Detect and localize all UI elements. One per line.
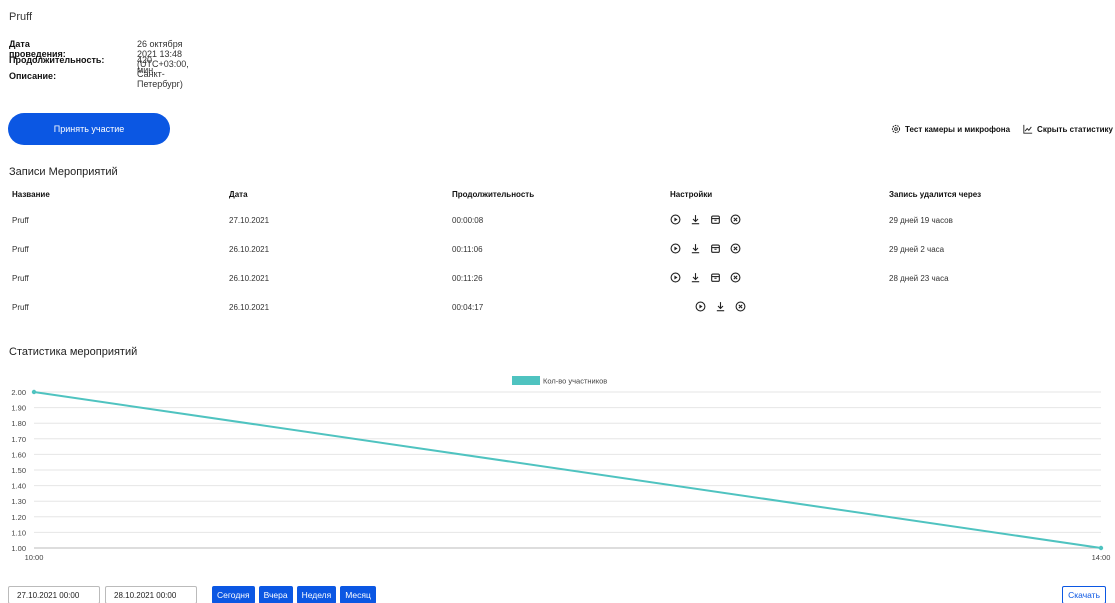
date-from-input[interactable]	[8, 586, 100, 603]
camera-test-label: Тест камеры и микрофона	[905, 124, 1011, 134]
table-row: Pruff 27.10.2021 00:00:08 29 дней 19 часов	[9, 210, 1109, 239]
chart-line-icon	[1023, 124, 1033, 134]
column-header-name: Название	[12, 190, 50, 199]
table-row: Pruff 26.10.2021 00:04:17	[9, 297, 1109, 326]
record-expires: 29 дней 19 часов	[889, 216, 953, 225]
record-name: Pruff	[12, 245, 29, 254]
range-today-button[interactable]: Сегодня	[212, 586, 255, 603]
range-month-button[interactable]: Месяц	[340, 586, 376, 603]
table-row: Pruff 26.10.2021 00:11:26 28 дней 23 часа	[9, 268, 1109, 297]
play-icon[interactable]	[695, 301, 706, 312]
data-point	[1098, 545, 1104, 551]
record-expires: 28 дней 23 часа	[889, 274, 949, 283]
record-duration: 00:00:08	[452, 216, 484, 225]
record-name: Pruff	[12, 303, 29, 312]
legend-swatch	[512, 376, 540, 385]
record-duration: 00:04:17	[452, 303, 484, 312]
record-duration: 00:11:06	[452, 245, 483, 254]
table-header: Название Дата Продолжительность Настройк…	[9, 190, 1109, 210]
y-tick-label: 2.00	[11, 388, 26, 397]
play-icon[interactable]	[670, 243, 681, 254]
record-name: Pruff	[12, 216, 29, 225]
range-yesterday-button[interactable]: Вчера	[258, 586, 293, 603]
download-icon[interactable]	[715, 301, 726, 312]
camera-test-link[interactable]: Тест камеры и микрофона	[891, 124, 1010, 134]
y-tick-label: 1.10	[11, 528, 26, 537]
column-header-date: Дата	[229, 190, 248, 199]
delete-icon[interactable]	[730, 214, 741, 225]
download-button[interactable]: Скачать	[1062, 586, 1106, 603]
record-date: 26.10.2021	[229, 245, 270, 254]
meta-label: Описание:	[9, 71, 57, 81]
records-table: Название Дата Продолжительность Настройк…	[9, 190, 1109, 326]
hide-stats-link[interactable]: Скрыть статистику	[1023, 124, 1113, 134]
record-actions	[695, 301, 746, 312]
archive-icon[interactable]	[710, 272, 721, 283]
y-tick-label: 1.20	[11, 513, 26, 522]
download-icon[interactable]	[690, 272, 701, 283]
gear-icon	[891, 124, 901, 134]
stats-controls: Сегодня Вчера Неделя Месяц	[8, 586, 376, 603]
data-point	[31, 389, 37, 395]
record-name: Pruff	[12, 274, 29, 283]
archive-icon[interactable]	[710, 243, 721, 254]
top-links: Тест камеры и микрофона Скрыть статистик…	[891, 124, 1113, 134]
join-button[interactable]: Принять участие	[8, 113, 170, 145]
column-header-settings: Настройки	[670, 190, 713, 199]
hide-stats-label: Скрыть статистику	[1037, 124, 1113, 134]
download-icon[interactable]	[690, 243, 701, 254]
record-duration: 00:11:26	[452, 274, 483, 283]
record-expires: 29 дней 2 часа	[889, 245, 945, 254]
range-buttons: Сегодня Вчера Неделя Месяц	[212, 586, 376, 603]
y-tick-label: 1.60	[11, 450, 26, 459]
y-tick-label: 1.70	[11, 435, 26, 444]
column-header-expires: Запись удалится через	[889, 190, 982, 199]
x-tick-label: 14:00	[1092, 553, 1111, 562]
meta-value: 420 мин.	[137, 55, 156, 75]
x-tick-label: 10:00	[25, 553, 44, 562]
y-tick-label: 1.40	[11, 482, 26, 491]
record-date: 27.10.2021	[229, 216, 270, 225]
y-tick-label: 1.80	[11, 419, 26, 428]
delete-icon[interactable]	[735, 301, 746, 312]
table-row: Pruff 26.10.2021 00:11:06 29 дней 2 часа	[9, 239, 1109, 268]
record-actions	[670, 243, 741, 254]
delete-icon[interactable]	[730, 272, 741, 283]
meta-label: Продолжительность:	[9, 55, 105, 65]
legend-label: Кол-во участников	[543, 377, 607, 386]
play-icon[interactable]	[670, 214, 681, 225]
record-actions	[670, 272, 741, 283]
record-date: 26.10.2021	[229, 303, 270, 312]
y-tick-label: 1.00	[11, 544, 26, 553]
stats-title: Статистика мероприятий	[9, 346, 138, 358]
range-week-button[interactable]: Неделя	[296, 586, 337, 603]
record-date: 26.10.2021	[229, 274, 270, 283]
y-tick-label: 1.30	[11, 497, 26, 506]
records-title: Записи Мероприятий	[9, 166, 118, 178]
y-tick-label: 1.90	[11, 404, 26, 413]
play-icon[interactable]	[670, 272, 681, 283]
delete-icon[interactable]	[730, 243, 741, 254]
column-header-duration: Продолжительность	[452, 190, 535, 199]
y-tick-label: 1.50	[11, 466, 26, 475]
attendance-chart: 2.00 1.90 1.80 1.70 1.60 1.50 1.40 1.30 1.20 1.10…	[11, 376, 1111, 562]
archive-icon[interactable]	[710, 214, 721, 225]
download-icon[interactable]	[690, 214, 701, 225]
date-to-input[interactable]	[105, 586, 197, 603]
page-title: Pruff	[9, 11, 33, 23]
record-actions	[670, 214, 741, 225]
